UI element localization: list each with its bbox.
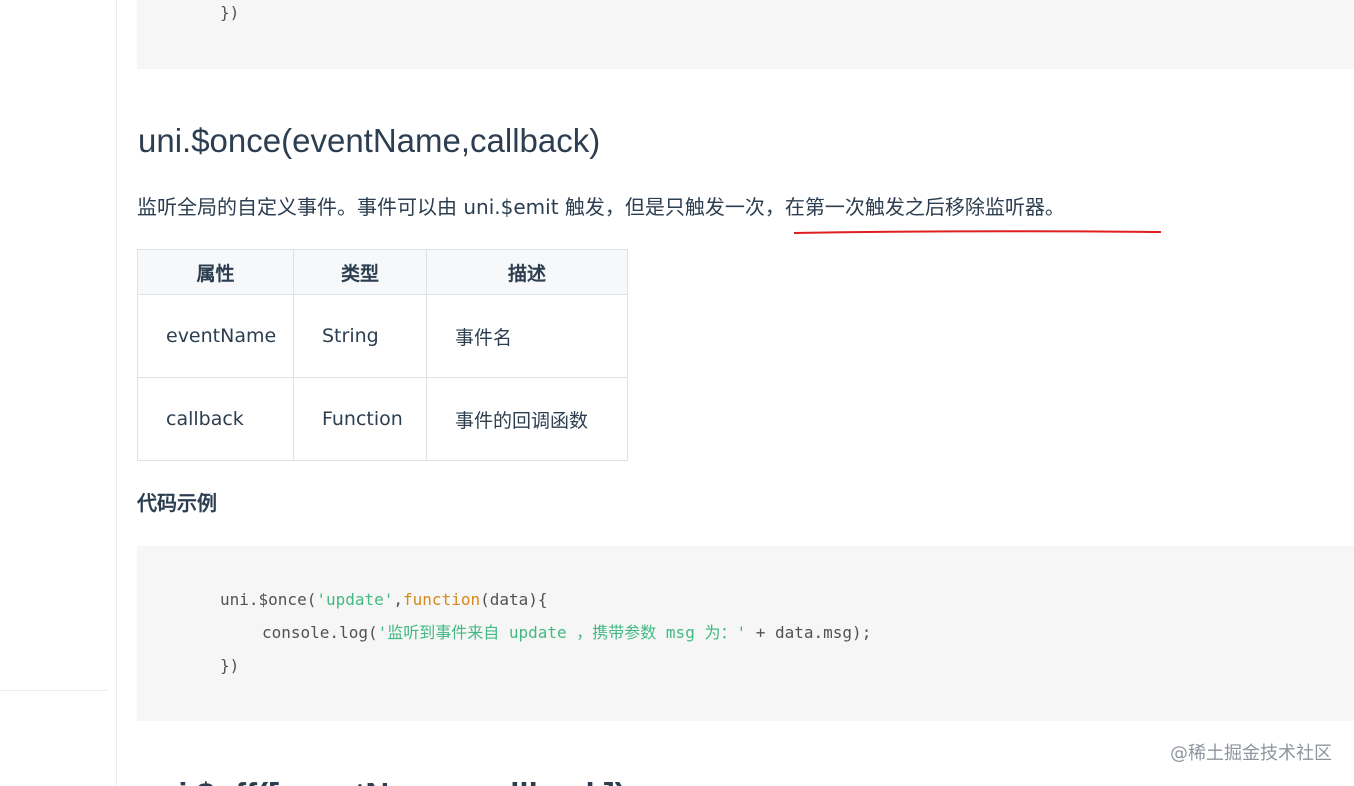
sidebar (0, 0, 117, 786)
code-block-example: uni.$once('update',function(data){ conso… (137, 546, 1354, 721)
api-heading-off: uni.$off([eventName, callback]) (138, 772, 626, 786)
code-token: , (393, 590, 404, 609)
table-cell: callback (137, 377, 294, 461)
table-header-cell: 类型 (293, 249, 427, 295)
api-description: 监听全局的自定义事件。事件可以由 uni.$emit 触发，但是只触发一次，在第… (137, 195, 1065, 219)
table-cell: Function (293, 377, 427, 461)
table-row: eventName String 事件名 (137, 294, 628, 378)
code-line: uni.$once('update',function(data){ (220, 589, 548, 611)
table-header-cell: 属性 (137, 249, 294, 295)
sidebar-divider (0, 690, 108, 691)
code-example-title: 代码示例 (137, 491, 217, 515)
code-line: console.log('监听到事件来自 update ，携带参数 msg 为：… (262, 622, 871, 644)
red-underline-annotation (793, 230, 1162, 234)
code-token-string: '监听到事件来自 update ，携带参数 msg 为：' (377, 623, 747, 642)
table-header-cell: 描述 (426, 249, 628, 295)
params-table: 属性 类型 描述 eventName String 事件名 callback F… (137, 249, 628, 461)
code-token: (data){ (480, 590, 548, 609)
table-cell: eventName (137, 294, 294, 378)
table-cell: 事件名 (426, 294, 628, 378)
code-token-keyword: function (403, 590, 481, 609)
table-row: callback Function 事件的回调函数 (137, 377, 628, 461)
table-header-row: 属性 类型 描述 (137, 249, 628, 295)
table-cell: 事件的回调函数 (426, 377, 628, 461)
code-line: }) (220, 656, 240, 675)
code-block-previous: }) (137, 0, 1354, 69)
watermark: @稀土掘金技术社区 (1170, 743, 1332, 764)
api-heading-once: uni.$once(eventName,callback) (138, 122, 601, 159)
code-token: + data.msg); (746, 623, 872, 642)
code-token: console.log( (262, 623, 378, 642)
docs-page: }) uni.$once(eventName,callback) 监听全局的自定… (0, 0, 1354, 786)
code-token: uni.$once( (220, 590, 317, 609)
table-cell: String (293, 294, 427, 378)
code-token-string: 'update' (316, 590, 394, 609)
code-line: }) (220, 3, 240, 22)
